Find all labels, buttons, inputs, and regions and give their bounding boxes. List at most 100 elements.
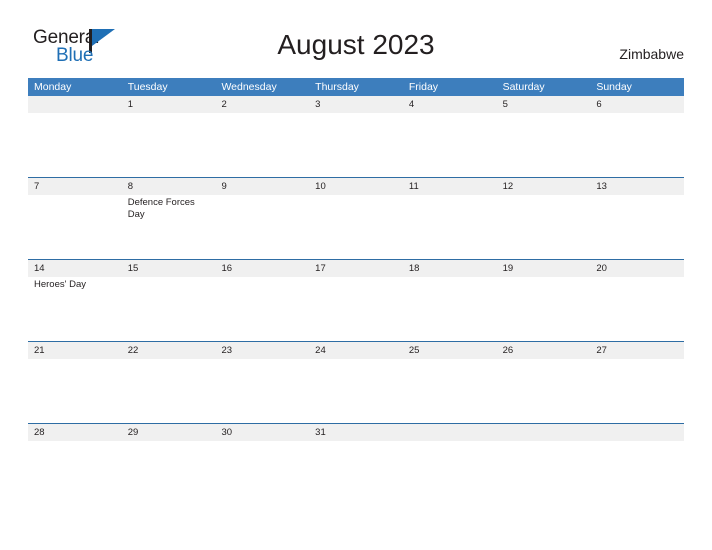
calendar-page: General Blue August 2023 Zimbabwe Monday… — [0, 0, 712, 550]
day-number-empty — [497, 424, 591, 441]
day-number[interactable]: 4 — [403, 96, 497, 113]
weekday-header-monday: Monday — [34, 81, 72, 93]
week-date-band: 14 15 16 17 18 19 20 — [28, 260, 684, 277]
day-number[interactable]: 6 — [590, 96, 684, 113]
day-number[interactable]: 3 — [309, 96, 403, 113]
weekday-header-thursday: Thursday — [315, 81, 359, 93]
day-cell — [28, 359, 122, 423]
day-cell — [309, 359, 403, 423]
day-number[interactable]: 28 — [28, 424, 122, 441]
day-cell — [215, 277, 309, 341]
calendar-week-row: 7 8 9 10 11 12 13 Defence Forces Day — [28, 177, 684, 259]
day-cell — [309, 113, 403, 177]
day-cell: Defence Forces Day — [122, 195, 216, 259]
day-number[interactable]: 21 — [28, 342, 122, 359]
day-number[interactable]: 14 — [28, 260, 122, 277]
day-cell — [28, 195, 122, 259]
day-number[interactable]: 1 — [122, 96, 216, 113]
weekday-header-row: Monday Tuesday Wednesday Thursday Friday… — [28, 78, 684, 96]
day-cell — [215, 113, 309, 177]
day-number[interactable]: 19 — [497, 260, 591, 277]
day-number[interactable]: 18 — [403, 260, 497, 277]
day-cell — [590, 359, 684, 423]
day-cell — [590, 113, 684, 177]
calendar-week-row: 14 15 16 17 18 19 20 Heroes' Day — [28, 259, 684, 341]
weekday-header-saturday: Saturday — [502, 81, 545, 93]
day-number[interactable]: 25 — [403, 342, 497, 359]
day-number[interactable]: 2 — [215, 96, 309, 113]
day-cell — [403, 113, 497, 177]
week-event-band — [28, 359, 684, 423]
day-cell — [590, 277, 684, 341]
day-number[interactable]: 8 — [122, 178, 216, 195]
holiday-event: Heroes' Day — [34, 279, 86, 290]
day-number[interactable]: 26 — [497, 342, 591, 359]
day-cell — [122, 113, 216, 177]
holiday-event: Defence Forces Day — [127, 197, 195, 220]
day-number[interactable]: 17 — [309, 260, 403, 277]
day-cell — [403, 441, 497, 505]
page-title: August 2023 — [277, 29, 435, 60]
day-cell: Heroes' Day — [28, 277, 122, 341]
day-cell — [215, 441, 309, 505]
weekday-header-tuesday: Tuesday — [127, 81, 168, 93]
week-event-band — [28, 113, 684, 177]
day-number-empty — [590, 424, 684, 441]
day-number[interactable]: 12 — [497, 178, 591, 195]
week-date-band: 28 29 30 31 — [28, 424, 684, 441]
day-cell — [309, 441, 403, 505]
day-number[interactable]: 20 — [590, 260, 684, 277]
week-event-band: Defence Forces Day — [28, 195, 684, 259]
weekday-header-wednesday: Wednesday — [221, 81, 277, 93]
country-label: Zimbabwe — [619, 46, 684, 62]
day-number[interactable]: 9 — [215, 178, 309, 195]
day-number[interactable]: 27 — [590, 342, 684, 359]
day-number[interactable]: 10 — [309, 178, 403, 195]
day-number[interactable]: 31 — [309, 424, 403, 441]
week-event-band — [28, 441, 684, 505]
day-cell — [590, 441, 684, 505]
day-number[interactable]: 22 — [122, 342, 216, 359]
day-cell — [497, 113, 591, 177]
weekday-header-sunday: Sunday — [596, 81, 632, 93]
week-event-band: Heroes' Day — [28, 277, 684, 341]
day-cell — [497, 441, 591, 505]
day-number-empty — [403, 424, 497, 441]
day-number[interactable]: 24 — [309, 342, 403, 359]
day-cell — [497, 359, 591, 423]
weekday-header-friday: Friday — [408, 81, 439, 93]
day-cell — [122, 441, 216, 505]
calendar-week-row: 123456 — [28, 96, 684, 177]
day-number[interactable]: 29 — [122, 424, 216, 441]
day-cell — [403, 359, 497, 423]
day-cell — [309, 195, 403, 259]
day-cell — [122, 277, 216, 341]
day-number[interactable]: 11 — [403, 178, 497, 195]
day-cell — [28, 441, 122, 505]
page-header: General Blue August 2023 Zimbabwe — [0, 0, 712, 78]
day-number[interactable]: 30 — [215, 424, 309, 441]
week-date-band: 21 22 23 24 25 26 27 — [28, 342, 684, 359]
calendar-grid: Monday Tuesday Wednesday Thursday Friday… — [28, 78, 684, 505]
day-cell — [28, 113, 122, 177]
day-cell — [590, 195, 684, 259]
day-cell — [122, 359, 216, 423]
day-number[interactable]: 7 — [28, 178, 122, 195]
week-date-band: 7 8 9 10 11 12 13 — [28, 178, 684, 195]
day-cell — [403, 195, 497, 259]
calendar-week-row: 21 22 23 24 25 26 27 — [28, 341, 684, 423]
day-number[interactable]: 23 — [215, 342, 309, 359]
day-cell — [497, 195, 591, 259]
day-number[interactable]: 15 — [122, 260, 216, 277]
day-number-empty — [28, 96, 122, 113]
day-cell — [309, 277, 403, 341]
day-number[interactable]: 5 — [497, 96, 591, 113]
day-number[interactable]: 16 — [215, 260, 309, 277]
day-number[interactable]: 13 — [590, 178, 684, 195]
day-cell — [215, 195, 309, 259]
day-cell — [497, 277, 591, 341]
week-date-band: 123456 — [28, 96, 684, 113]
calendar-week-rows: 1 2 3 4 5 6 7 8 9 10 11 12 13 Defence Forces Day 14 15 1… — [28, 96, 684, 505]
day-cell — [403, 277, 497, 341]
day-cell — [215, 359, 309, 423]
